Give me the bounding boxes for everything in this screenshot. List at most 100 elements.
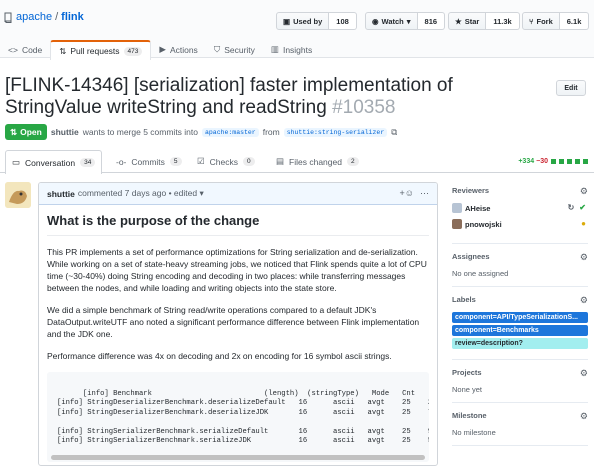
status-badge: ⇅ Open [5, 124, 47, 140]
projects-label: Projects [452, 368, 482, 377]
comment-body: What is the purpose of the change This P… [39, 205, 437, 465]
merge-text: wants to merge 5 commits into [82, 127, 198, 137]
reviewers-heading[interactable]: Reviewers ⚙ [452, 186, 588, 197]
pull-request-icon: ⇅ [59, 45, 67, 56]
projects-heading[interactable]: Projects ⚙ [452, 368, 588, 379]
diffstat-block [559, 159, 564, 164]
star-group[interactable]: ★ Star 11.3k [448, 12, 520, 30]
fork-label: Fork [536, 16, 553, 26]
avatar[interactable] [5, 182, 31, 208]
pull-request-icon: ⇅ [10, 126, 18, 137]
checks-icon: ☑ [197, 156, 205, 166]
deletions-count: −30 [536, 158, 548, 165]
used-by-group[interactable]: ▣ Used by 108 [276, 12, 357, 30]
diffstat-block [575, 159, 580, 164]
fork-group[interactable]: ⑂ Fork 6.1k [522, 12, 590, 30]
comment-header: shuttie commented 7 days ago • edited ▾ … [39, 183, 437, 205]
repo-title: apache / flink [4, 11, 84, 23]
tab-insights-label: Insights [282, 44, 313, 55]
code-block: [info] Benchmark (length) (stringType) M… [47, 372, 429, 462]
conversation-counter: 34 [80, 158, 96, 167]
avatar [452, 203, 462, 213]
assignees-empty: No one assigned [452, 269, 509, 278]
repo-owner-link[interactable]: apache [16, 11, 52, 23]
comment-meta[interactable]: commented 7 days ago • edited ▾ [78, 188, 204, 199]
tab-insights[interactable]: ▥ Insights [263, 40, 320, 59]
tab-code-label: Code [21, 44, 43, 55]
assignees-heading[interactable]: Assignees ⚙ [452, 252, 588, 263]
tab-actions[interactable]: ▶ Actions [151, 40, 205, 59]
tab-pull-requests[interactable]: ⇅ Pull requests 473 [50, 40, 152, 60]
repo-header: apache / flink ▣ Used by 108 ◉ Watch ▾ 8… [0, 0, 594, 60]
projects-section: Projects ⚙ None yet [452, 368, 588, 403]
tab-files-changed[interactable]: ▤ Files changed 2 [276, 150, 359, 173]
kebab-menu-icon[interactable]: ⋯ [420, 188, 429, 199]
repo-name-link[interactable]: flink [61, 11, 84, 23]
head-branch[interactable]: shuttie:string-serializer [283, 127, 388, 137]
fork-count[interactable]: 6.1k [559, 12, 590, 30]
star-button[interactable]: ★ Star [448, 12, 487, 30]
diffstat-block [567, 159, 572, 164]
tab-checks[interactable]: ☑ Checks 0 [197, 150, 255, 173]
gear-icon[interactable]: ⚙ [580, 411, 588, 422]
pull-requests-counter: 473 [123, 46, 143, 56]
reviewer-item[interactable]: AHeise ↻ ✔ [452, 203, 588, 213]
star-count[interactable]: 11.3k [486, 12, 520, 30]
copy-icon[interactable]: ⧉ [391, 127, 397, 138]
pr-author-link[interactable]: shuttie [51, 127, 79, 137]
play-icon: ▶ [159, 44, 166, 54]
diffstat: +334 −30 [518, 158, 588, 165]
tab-actions-label: Actions [169, 44, 198, 55]
pr-title: [FLINK-14346] [serialization] faster imp… [5, 75, 505, 119]
milestone-empty: No milestone [452, 428, 496, 437]
horizontal-scrollbar[interactable] [51, 455, 425, 460]
label-badge[interactable]: component=API/TypeSerializationS... [452, 312, 588, 323]
fork-icon: ⑂ [529, 16, 534, 26]
tab-code[interactable]: <> Code [0, 40, 50, 59]
tab-conversation[interactable]: ▭ Conversation 34 [5, 150, 103, 174]
used-by-button[interactable]: ▣ Used by [276, 12, 330, 30]
tab-security[interactable]: ⛉ Security [206, 40, 263, 59]
labels-section: Labels ⚙ component=API/TypeSerialization… [452, 295, 588, 360]
watch-count[interactable]: 816 [417, 12, 446, 30]
comment-icon: ▭ [12, 157, 21, 167]
package-icon: ▣ [283, 16, 291, 26]
labels-heading[interactable]: Labels ⚙ [452, 295, 588, 306]
eye-icon: ◉ [372, 16, 379, 26]
reviewer-name: pnowojski [465, 219, 502, 229]
sidebar: Reviewers ⚙ AHeise ↻ ✔ pnowojski ● Assig… [452, 186, 588, 454]
pending-dot-icon: ● [581, 219, 586, 228]
chevron-down-icon: ▾ [406, 16, 411, 26]
gear-icon[interactable]: ⚙ [580, 252, 588, 263]
pr-number: #10358 [332, 97, 396, 118]
edit-button[interactable]: Edit [556, 80, 586, 96]
add-reaction-icon[interactable]: +☺ [400, 188, 414, 199]
label-badge[interactable]: component=Benchmarks [452, 325, 588, 336]
label-badge[interactable]: review=description? [452, 338, 588, 349]
watch-group[interactable]: ◉ Watch ▾ 816 [365, 12, 446, 30]
gear-icon[interactable]: ⚙ [580, 186, 588, 197]
repo-icon [4, 12, 13, 23]
comment-author[interactable]: shuttie [47, 189, 75, 199]
milestone-heading[interactable]: Milestone ⚙ [452, 411, 588, 422]
base-branch[interactable]: apache:master [202, 127, 259, 137]
reviewer-item[interactable]: pnowojski ● [452, 219, 588, 229]
diffstat-block [551, 159, 556, 164]
used-by-count[interactable]: 108 [329, 12, 357, 30]
gear-icon[interactable]: ⚙ [580, 368, 588, 379]
milestone-section: Milestone ⚙ No milestone [452, 411, 588, 446]
reviewers-label: Reviewers [452, 186, 490, 195]
tab-commits-label: Commits [131, 156, 165, 167]
additions-count: +334 [518, 158, 535, 165]
commit-icon: -o- [116, 156, 127, 167]
assignees-label: Assignees [452, 252, 490, 261]
star-icon: ★ [455, 16, 462, 26]
tab-commits[interactable]: -o- Commits 5 [116, 150, 182, 173]
fork-button[interactable]: ⑂ Fork [522, 12, 560, 30]
watch-button[interactable]: ◉ Watch ▾ [365, 12, 418, 30]
re-request-icon[interactable]: ↻ [568, 203, 575, 212]
tab-pull-requests-label: Pull requests [70, 46, 120, 56]
avatar [452, 219, 462, 229]
code-text: [info] Benchmark (length) (stringType) M… [57, 389, 429, 446]
gear-icon[interactable]: ⚙ [580, 295, 588, 306]
